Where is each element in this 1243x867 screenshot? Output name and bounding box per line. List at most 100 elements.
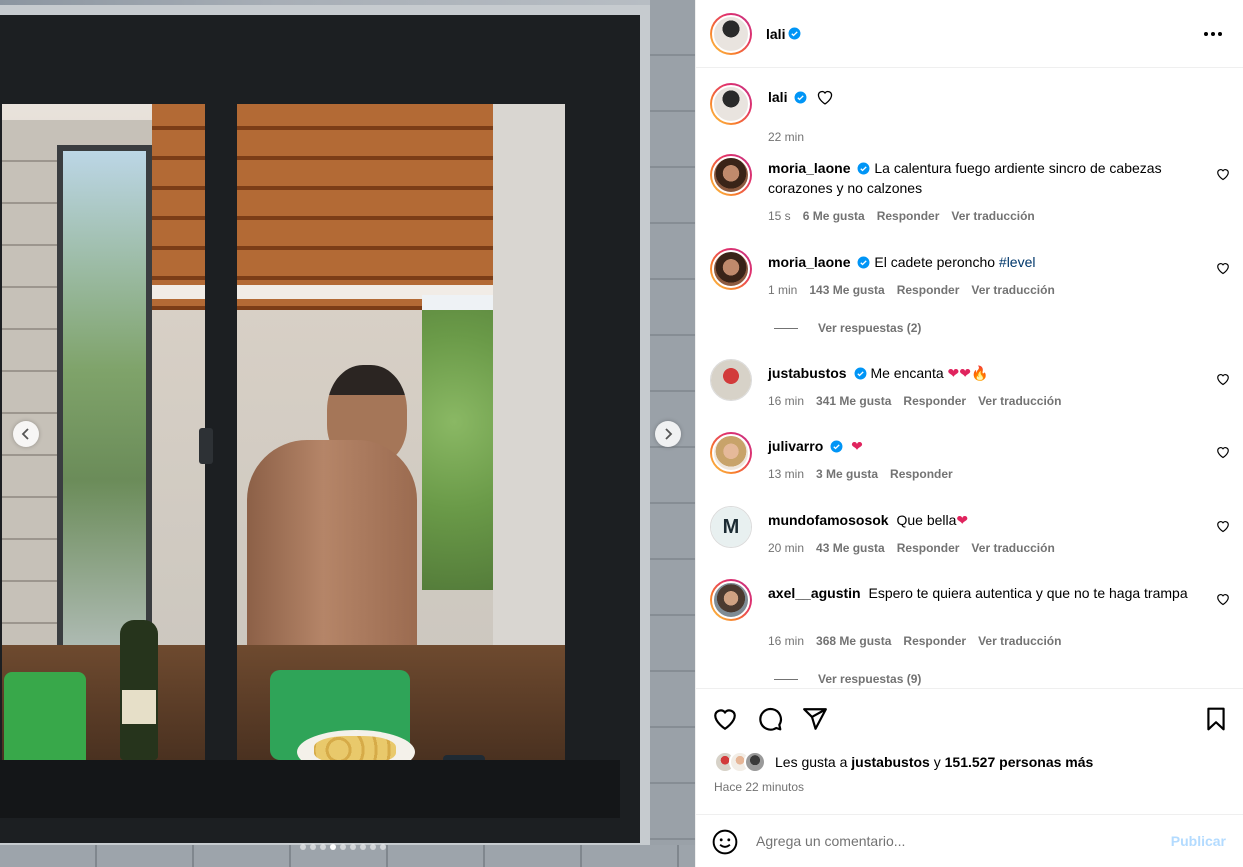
comment-likes[interactable]: 368 Me gusta xyxy=(816,634,891,648)
comment-bubble-icon[interactable] xyxy=(757,706,783,732)
comment-item: axel__agustin Espero te quiera autentica… xyxy=(710,579,1230,687)
commenter-avatar[interactable] xyxy=(710,579,752,621)
reply-button[interactable]: Responder xyxy=(877,209,940,223)
comment-meta: 13 min 3 Me gusta Responder xyxy=(768,467,953,481)
commenter-avatar[interactable] xyxy=(710,432,752,474)
comment-time: 13 min xyxy=(768,467,805,481)
comment-username[interactable]: julivarro xyxy=(768,438,823,454)
hashtag-link[interactable]: #level xyxy=(999,254,1036,270)
comment-body: moria_laone La calentura fuego ardiente … xyxy=(768,158,1198,198)
comment-likes[interactable]: 341 Me gusta xyxy=(816,394,891,408)
comments-list[interactable]: lali 22 min moria_laone La calentura fue… xyxy=(696,69,1243,687)
comment-username[interactable]: mundofamososok xyxy=(768,512,889,528)
likes-prefix: Les gusta a xyxy=(775,754,852,770)
carousel-prev-button[interactable] xyxy=(13,421,39,447)
comment-like-icon[interactable] xyxy=(1216,592,1230,606)
view-replies-button[interactable]: Ver respuestas (9) xyxy=(774,672,921,686)
reply-button[interactable]: Responder xyxy=(890,467,953,481)
window-handle xyxy=(199,428,213,464)
comment-likes[interactable]: 43 Me gusta xyxy=(816,541,885,555)
comment-username[interactable]: axel__agustin xyxy=(768,585,861,601)
commenter-avatar[interactable] xyxy=(710,359,752,401)
likes-summary[interactable]: Les gusta a justabustos y 151.527 person… xyxy=(714,751,1093,773)
heart-emoji: ❤❤ xyxy=(947,366,971,382)
reply-button[interactable]: Responder xyxy=(903,394,966,408)
posted-time: Hace 22 minutos xyxy=(714,780,805,794)
reply-button[interactable]: Responder xyxy=(897,541,960,555)
comment-likes[interactable]: 143 Me gusta xyxy=(809,283,884,297)
more-options-button[interactable] xyxy=(1201,22,1225,46)
chevron-right-icon xyxy=(665,428,673,440)
comment-like-icon[interactable] xyxy=(1216,519,1230,533)
comment-likes[interactable]: 6 Me gusta xyxy=(803,209,865,223)
caption-item: lali 22 min xyxy=(710,83,1230,144)
carousel-dot xyxy=(370,844,376,850)
more-dots-icon xyxy=(1204,32,1222,36)
post-header: lali xyxy=(696,0,1243,68)
reply-button[interactable]: Responder xyxy=(903,634,966,648)
carousel-dot xyxy=(300,844,306,850)
translate-button[interactable]: Ver traducción xyxy=(978,394,1061,408)
translate-button[interactable]: Ver traducción xyxy=(971,541,1054,555)
comment-time: 20 min xyxy=(768,541,805,555)
likes-text: Les gusta a justabustos y 151.527 person… xyxy=(775,754,1093,770)
translate-button[interactable]: Ver traducción xyxy=(951,209,1034,223)
likes-count[interactable]: 151.527 personas más xyxy=(945,754,1094,770)
publish-button[interactable]: Publicar xyxy=(1171,833,1226,849)
view-replies-button[interactable]: Ver respuestas (2) xyxy=(774,321,921,335)
verified-badge-icon xyxy=(858,162,870,175)
translate-button[interactable]: Ver traducción xyxy=(978,634,1061,648)
comment-meta: 16 min 368 Me gusta Responder Ver traduc… xyxy=(768,634,1061,648)
commenter-avatar[interactable] xyxy=(710,248,752,290)
comment-username[interactable]: moria_laone xyxy=(768,160,850,176)
window-rail xyxy=(0,80,620,104)
emoji-icon[interactable] xyxy=(712,829,738,855)
comment-item: julivarro ❤ 13 min 3 Me gusta Responder xyxy=(710,432,1230,492)
caption-avatar[interactable] xyxy=(710,83,752,125)
author-username[interactable]: lali xyxy=(766,26,785,42)
comment-username[interactable]: moria_laone xyxy=(768,254,850,270)
commenter-avatar[interactable] xyxy=(710,154,752,196)
comment-body: mundofamososok Que bella❤ xyxy=(768,510,1198,531)
comment-time: 15 s xyxy=(768,209,791,223)
comment-text: Me encanta xyxy=(870,365,948,381)
garden xyxy=(422,310,502,590)
comment-composer: Publicar xyxy=(696,814,1243,867)
post-media[interactable] xyxy=(0,0,695,867)
carousel-dot xyxy=(320,844,326,850)
comment-like-icon[interactable] xyxy=(1216,167,1230,181)
paper-plane-icon[interactable] xyxy=(802,706,828,732)
caption-username[interactable]: lali xyxy=(768,89,787,105)
comment-like-icon[interactable] xyxy=(1216,372,1230,386)
author-avatar[interactable] xyxy=(710,12,752,55)
comment-likes[interactable]: 3 Me gusta xyxy=(816,467,878,481)
translate-button[interactable]: Ver traducción xyxy=(971,283,1054,297)
likes-middle: y xyxy=(929,754,945,770)
fire-emoji: 🔥 xyxy=(971,366,989,382)
green-object xyxy=(4,672,86,760)
carousel-next-button[interactable] xyxy=(655,421,681,447)
comment-text: Que bella xyxy=(896,512,957,528)
comment-like-icon[interactable] xyxy=(1216,261,1230,275)
heart-outline-icon[interactable] xyxy=(816,89,834,105)
carousel-dot xyxy=(310,844,316,850)
heart-emoji: ❤ xyxy=(851,439,863,455)
verified-badge-icon xyxy=(854,367,867,380)
carousel-dots xyxy=(300,844,386,850)
verified-badge-icon xyxy=(789,27,801,40)
comment-body: justabustos Me encanta ❤❤🔥 xyxy=(768,363,1198,384)
comment-username[interactable]: justabustos xyxy=(768,365,847,381)
food xyxy=(314,736,396,760)
heart-icon[interactable] xyxy=(712,706,738,732)
comment-like-icon[interactable] xyxy=(1216,445,1230,459)
comment-time: 16 min xyxy=(768,394,805,408)
carousel-dot xyxy=(360,844,366,850)
commenter-avatar[interactable]: M xyxy=(710,506,752,548)
bookmark-icon[interactable] xyxy=(1203,706,1229,732)
comment-meta: 20 min 43 Me gusta Responder Ver traducc… xyxy=(768,541,1055,555)
likes-user[interactable]: justabustos xyxy=(851,754,930,770)
window-sill xyxy=(0,760,620,818)
reply-button[interactable]: Responder xyxy=(897,283,960,297)
comment-body: axel__agustin Espero te quiera autentica… xyxy=(768,583,1198,603)
comment-input[interactable] xyxy=(756,829,1156,853)
